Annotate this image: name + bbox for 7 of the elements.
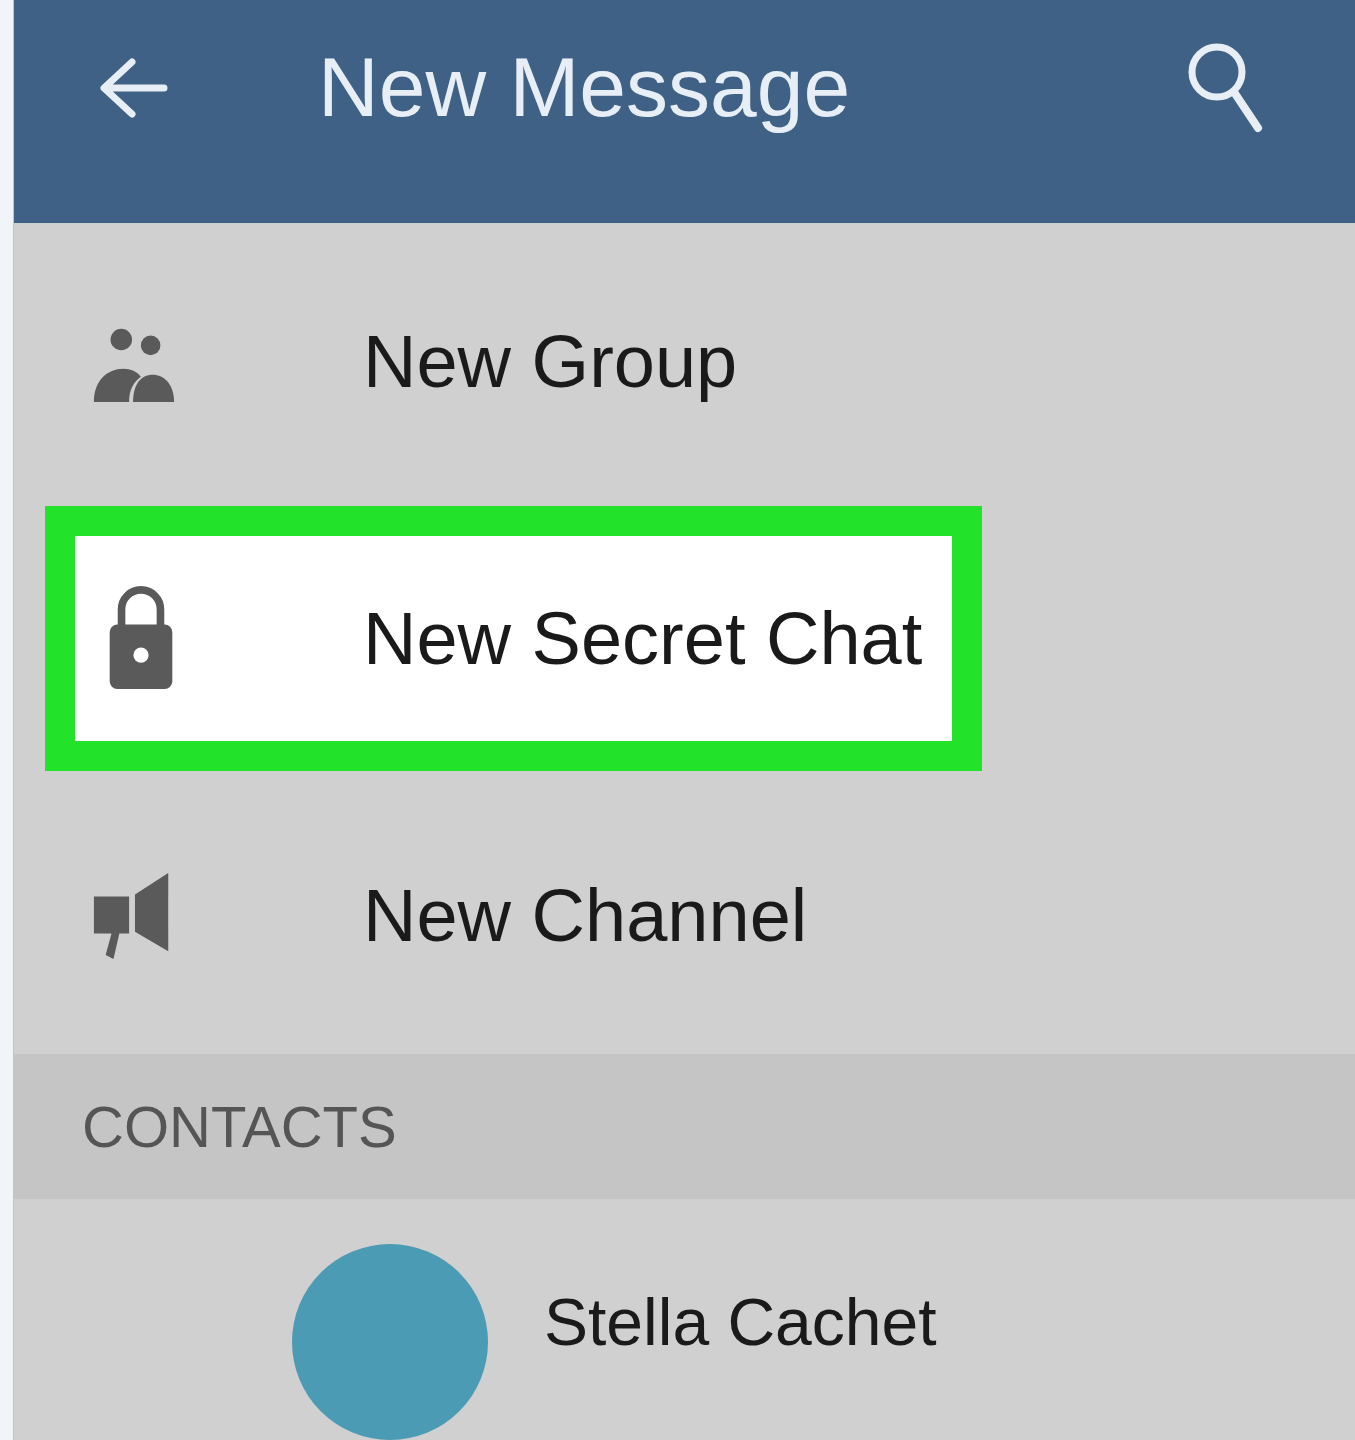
menu-item[interactable]: New Secret Chat [45,506,983,772]
back-arrow-icon[interactable] [98,57,168,118]
menu-item[interactable]: New Channel [45,783,838,1049]
screen-title: New Message [318,39,851,137]
menu-item[interactable]: New Group [45,229,768,495]
section-title: CONTACTS [82,1093,397,1161]
contact-name[interactable]: Stella Cachet [544,1284,937,1360]
